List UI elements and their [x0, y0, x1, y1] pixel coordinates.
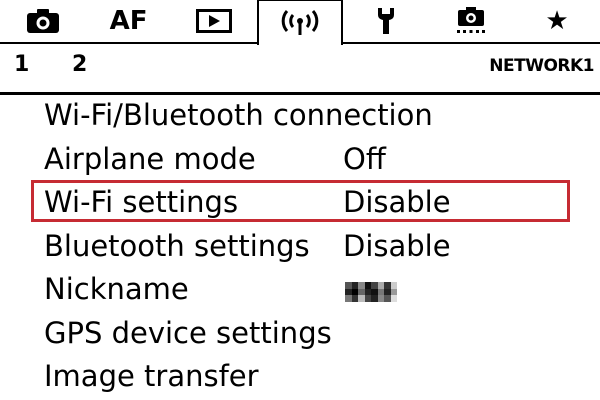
menu-item-label: Image transfer — [44, 359, 259, 393]
subtab-1[interactable]: 1 — [14, 52, 29, 77]
menu-item-wifi-settings[interactable]: Wi-Fi settings Disable — [0, 183, 600, 227]
playback-tab[interactable] — [171, 0, 257, 42]
menu-item-value: Disable — [343, 228, 451, 263]
wrench-icon — [374, 6, 398, 36]
menu-item-nickname[interactable]: Nickname — [0, 270, 600, 314]
star-icon: ★ — [545, 6, 569, 36]
custom-camera-icon — [454, 6, 488, 36]
menu-tab-bar: AF ★ — [0, 0, 600, 45]
nickname-redacted-value — [345, 282, 397, 302]
menu-item-label: Wi-Fi settings — [44, 185, 239, 219]
menu-item-airplane-mode[interactable]: Airplane mode Off — [0, 140, 600, 184]
custom-functions-tab[interactable] — [428, 0, 514, 42]
menu-list: Wi-Fi/Bluetooth connection Airplane mode… — [0, 96, 600, 400]
menu-item-value: Disable — [343, 185, 451, 219]
setup-tab[interactable] — [343, 0, 429, 42]
camera-icon — [26, 8, 60, 34]
af-tab[interactable]: AF — [86, 0, 172, 42]
network-tab[interactable] — [257, 0, 343, 45]
shooting-tab[interactable] — [0, 0, 86, 42]
network-menu-screen: AF ★ 1 2 NETWORK1 Wi-Fi/Bluetooth connec… — [0, 0, 600, 400]
menu-item-label: Wi-Fi/Bluetooth connection — [44, 98, 433, 132]
subtab-2[interactable]: 2 — [72, 52, 87, 77]
menu-item-label: Nickname — [44, 272, 189, 306]
subtab-row: 1 2 NETWORK1 — [0, 46, 600, 86]
wireless-icon — [280, 9, 320, 37]
menu-item-wifi-bluetooth-connection[interactable]: Wi-Fi/Bluetooth connection — [0, 96, 600, 140]
play-icon — [196, 9, 233, 33]
menu-item-label: Airplane mode — [44, 141, 256, 176]
subtab-divider — [0, 92, 600, 95]
menu-item-gps-device-settings[interactable]: GPS device settings — [0, 314, 600, 358]
menu-item-label: GPS device settings — [44, 315, 332, 350]
section-name: NETWORK1 — [489, 56, 594, 76]
menu-item-image-transfer[interactable]: Image transfer — [0, 357, 600, 400]
menu-item-bluetooth-settings[interactable]: Bluetooth settings Disable — [0, 227, 600, 271]
menu-item-value: Off — [343, 141, 386, 176]
my-menu-tab[interactable]: ★ — [514, 0, 600, 42]
menu-item-label: Bluetooth settings — [44, 228, 310, 263]
af-tab-label: AF — [109, 6, 148, 36]
